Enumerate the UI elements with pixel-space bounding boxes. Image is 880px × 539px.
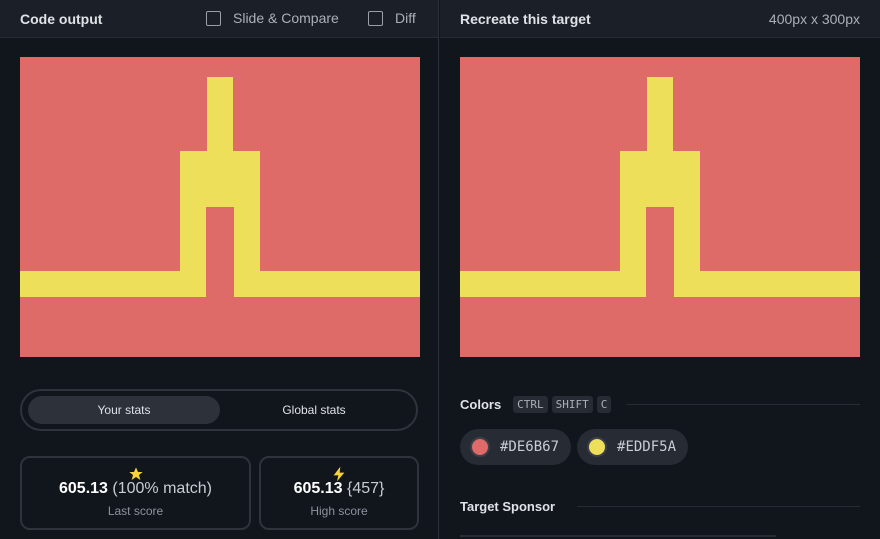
slide-compare-checkbox[interactable] (206, 10, 221, 26)
target-title: Recreate this target (460, 11, 591, 27)
output-tower-doorway (206, 207, 234, 297)
target-size: 400px x 300px (768, 11, 860, 27)
swatch-yellow-dot (587, 437, 608, 457)
last-score-label: Last score (107, 504, 164, 518)
colors-section-header: Colors CTRL SHIFT C (460, 396, 860, 413)
code-output-canvas[interactable] (20, 57, 420, 357)
output-tower-spire (207, 77, 233, 153)
slide-compare-label: Slide & Compare (233, 10, 339, 26)
target-drawing (460, 57, 860, 357)
target-panel: Recreate this target 400px x 300px Color… (440, 0, 880, 539)
last-score-card: 605.13 (100% match) Last score (20, 456, 251, 530)
shortcut-shift: SHIFT (551, 396, 593, 413)
swatch-red-dot (470, 437, 490, 457)
swatch-yellow[interactable]: #EDDF5A (577, 429, 689, 465)
shortcut-ctrl: CTRL (513, 396, 548, 413)
sponsor-divider (577, 506, 860, 507)
stats-toggle: Your stats Global stats (20, 389, 418, 431)
high-score-card: 605.13 {457} High score (259, 456, 419, 530)
target-header: Recreate this target 400px x 300px (440, 0, 880, 38)
target-tower-spire (647, 77, 673, 153)
swatch-yellow-hex: #EDDF5A (617, 439, 677, 455)
diff-option[interactable]: Diff (368, 10, 416, 26)
code-output-title: Code output (20, 11, 103, 27)
sponsor-title: Target Sponsor (460, 499, 556, 514)
high-score-label: High score (310, 504, 368, 518)
color-swatches: #DE6B67 #EDDF5A (460, 429, 694, 465)
diff-label: Diff (395, 10, 416, 26)
swatch-red-hex: #DE6B67 (500, 439, 560, 455)
code-output-panel: Code output Slide & Compare Diff Your st… (0, 0, 439, 539)
diff-checkbox[interactable] (368, 10, 383, 26)
slide-compare-option[interactable]: Slide & Compare (206, 10, 339, 26)
last-score-value: 605.13 (100% match) (59, 480, 212, 497)
code-output-header: Code output Slide & Compare Diff (0, 0, 438, 38)
sponsor-section-header: Target Sponsor (460, 499, 860, 514)
high-score-value: 605.13 {457} (293, 480, 385, 497)
swatch-red[interactable]: #DE6B67 (460, 429, 572, 465)
shortcut-c: C (596, 396, 612, 413)
output-drawing (20, 57, 420, 357)
colors-divider (627, 404, 860, 405)
target-canvas (460, 57, 860, 357)
colors-title: Colors (460, 397, 502, 412)
target-tower-doorway (646, 207, 674, 297)
sponsor-placeholder-edge (460, 535, 776, 537)
your-stats-tab[interactable]: Your stats (28, 396, 220, 424)
global-stats-tab[interactable]: Global stats (218, 396, 410, 424)
